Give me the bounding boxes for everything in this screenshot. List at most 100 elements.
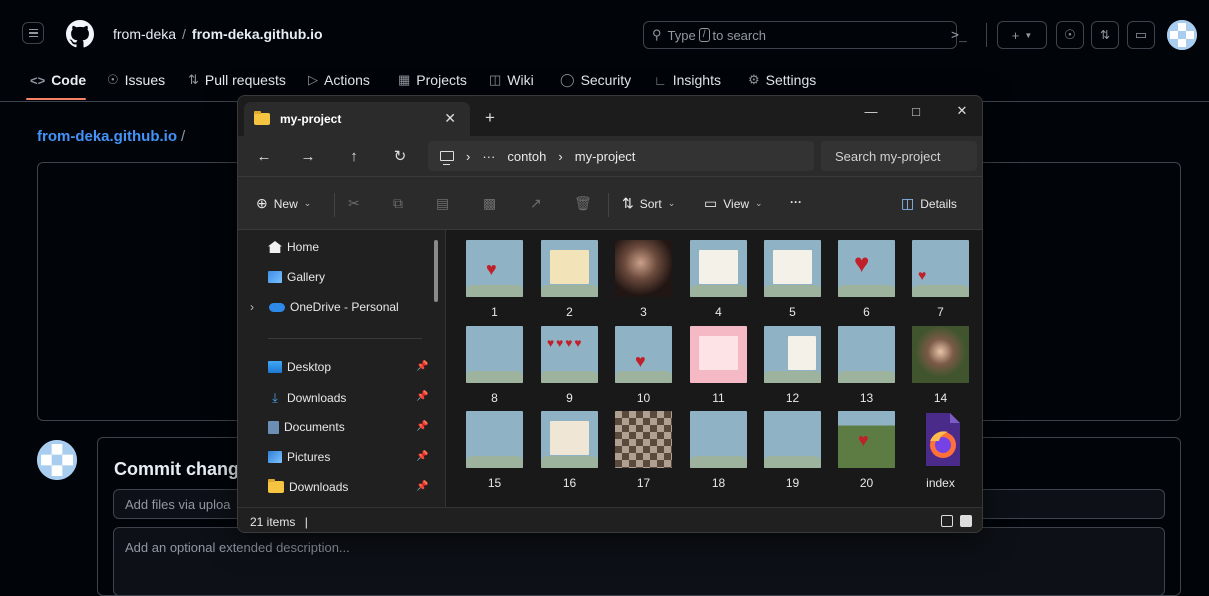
details-label: Details (920, 196, 957, 211)
file-item[interactable]: ♥ 1 (466, 240, 526, 319)
new-button[interactable]: ⊕ New ⌄ (256, 195, 311, 212)
github-search-input[interactable]: ⚲ Type / to search (643, 21, 957, 49)
download-icon: ⤓ (272, 390, 278, 405)
tab-settings[interactable]: ⚙ Settings (748, 72, 816, 88)
issues-icon[interactable]: ☉ (1056, 21, 1084, 49)
commit-description-input[interactable]: Add an optional extended description... (113, 527, 1165, 596)
user-avatar[interactable] (1167, 20, 1197, 50)
nav-item-onedrive[interactable]: › OneDrive - Personal (250, 300, 399, 314)
path-segment-contoh[interactable]: contoh (507, 149, 546, 164)
file-item[interactable]: 19 (764, 411, 824, 490)
forward-icon[interactable]: → (296, 145, 320, 167)
file-item-html[interactable]: index (912, 411, 972, 490)
pin-icon[interactable]: 📌 (416, 451, 428, 462)
file-item[interactable]: 15 (466, 411, 526, 490)
explorer-tab[interactable]: my-project ✕ (244, 102, 470, 136)
file-item[interactable]: 2 (541, 240, 601, 319)
view-button[interactable]: ▭ View ⌄ (704, 195, 763, 212)
copy-icon[interactable]: ⧉ (393, 195, 403, 212)
more-options-button[interactable]: ··· (790, 195, 802, 209)
minimize-icon[interactable]: — (851, 100, 891, 122)
tab-insights[interactable]: ∟ Insights (654, 72, 721, 88)
nav-item-pictures[interactable]: Pictures (268, 450, 330, 464)
file-item[interactable]: 13 (838, 326, 898, 405)
pin-icon[interactable]: 📌 (416, 361, 428, 372)
file-explorer-window[interactable]: my-project ✕ + — □ ✕ ← → ↑ ↻ › ··· conto… (237, 95, 983, 533)
large-icons-view-icon[interactable] (960, 515, 972, 527)
address-path[interactable]: › ··· contoh › my-project (428, 141, 814, 171)
file-item[interactable]: 14 (912, 326, 972, 405)
file-name: 19 (785, 476, 800, 490)
image-thumbnail: ♥ (466, 240, 523, 297)
explorer-search-input[interactable]: Search my-project (821, 141, 977, 171)
image-thumbnail (690, 411, 747, 468)
sort-button[interactable]: ⇅ Sort ⌄ (622, 195, 675, 212)
tab-projects[interactable]: ▦ Projects (398, 72, 467, 88)
chevron-right-icon: › (250, 300, 254, 314)
pin-icon[interactable]: 📌 (416, 481, 428, 492)
file-item[interactable]: 16 (541, 411, 601, 490)
file-item[interactable]: 8 (466, 326, 526, 405)
terminal-icon[interactable]: >_ (944, 21, 974, 49)
pin-icon[interactable]: 📌 (416, 391, 428, 402)
nav-item-gallery[interactable]: Gallery (268, 270, 325, 284)
path-segment-my-project[interactable]: my-project (575, 149, 636, 164)
tab-code[interactable]: <> Code (30, 72, 86, 88)
repo-name-link[interactable]: from-deka.github.io (192, 26, 323, 42)
details-view-icon[interactable] (941, 515, 953, 527)
nav-item-documents[interactable]: Documents (268, 420, 345, 434)
toolbar-divider (608, 193, 609, 217)
tab-actions[interactable]: ▷ Actions (308, 72, 370, 88)
up-icon[interactable]: ↑ (342, 145, 366, 167)
refresh-icon[interactable]: ↻ (388, 145, 412, 167)
rename-icon[interactable]: ▩ (483, 195, 496, 212)
file-name: 11 (712, 391, 725, 405)
file-item[interactable]: 12 (764, 326, 824, 405)
view-label: View (723, 196, 750, 211)
back-icon[interactable]: ← (252, 145, 276, 167)
file-item[interactable]: ♥♥♥♥ 9 (541, 326, 601, 405)
tab-issues[interactable]: ☉ Issues (107, 72, 165, 88)
cut-icon[interactable]: ✂ (348, 195, 360, 212)
search-prefix: Type (667, 27, 696, 43)
path-ellipsis[interactable]: ··· (482, 149, 495, 164)
tab-security[interactable]: ◯ Security (560, 72, 631, 88)
file-item[interactable]: 3 (615, 240, 675, 319)
file-item[interactable]: ♥ 7 (912, 240, 972, 319)
plus-circle-icon: ⊕ (256, 195, 268, 211)
file-item[interactable]: ♥ 20 (838, 411, 898, 490)
file-item[interactable]: 17 (615, 411, 675, 490)
file-item[interactable]: ♥ 6 (838, 240, 898, 319)
pull-requests-icon[interactable]: ⇅ (1091, 21, 1119, 49)
close-tab-icon[interactable]: ✕ (444, 110, 456, 127)
file-name: 6 (863, 305, 870, 319)
toolbar-divider (334, 193, 335, 217)
file-item[interactable]: 11 (690, 326, 750, 405)
github-logo-icon[interactable] (66, 20, 94, 48)
close-window-icon[interactable]: ✕ (942, 100, 982, 122)
file-item[interactable]: 5 (764, 240, 824, 319)
share-icon[interactable]: ↗ (530, 195, 542, 212)
nav-pane-scrollbar[interactable] (434, 240, 438, 302)
new-tab-icon[interactable]: + (485, 108, 495, 128)
tab-pull-requests[interactable]: ⇅ Pull requests (188, 72, 286, 88)
nav-item-downloads-folder[interactable]: Downloads (268, 479, 348, 494)
details-button[interactable]: ◫ Details (901, 195, 957, 212)
nav-item-desktop[interactable]: Desktop (268, 360, 331, 374)
nav-item-downloads[interactable]: ⤓ Downloads (268, 390, 346, 406)
inbox-icon[interactable]: ▭ (1127, 21, 1155, 49)
owner-link[interactable]: from-deka (113, 26, 176, 42)
nav-item-home[interactable]: Home (268, 240, 319, 254)
create-new-button[interactable]: + ▼ (997, 21, 1047, 49)
repo-breadcrumb-link[interactable]: from-deka.github.io (37, 128, 177, 145)
file-item[interactable]: 4 (690, 240, 750, 319)
pin-icon[interactable]: 📌 (416, 421, 428, 432)
menu-icon[interactable] (22, 22, 44, 44)
paste-icon[interactable]: ▤ (436, 195, 449, 212)
delete-icon[interactable]: 🗑 (574, 195, 592, 212)
tab-wiki[interactable]: ◫ Wiki (489, 72, 534, 88)
maximize-icon[interactable]: □ (896, 100, 936, 122)
upload-breadcrumb: from-deka.github.io / (37, 128, 185, 145)
file-item[interactable]: ♥ 10 (615, 326, 675, 405)
file-item[interactable]: 18 (690, 411, 750, 490)
